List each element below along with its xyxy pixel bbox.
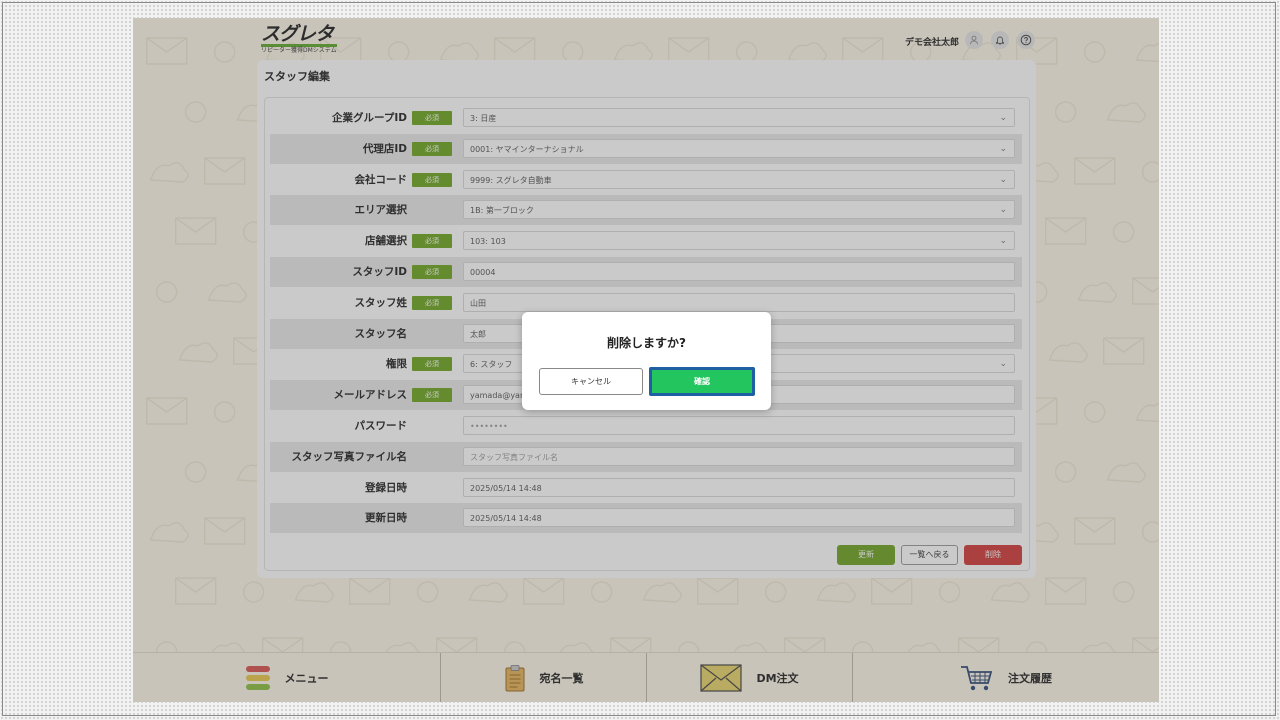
dialog-title: 削除しますか?: [607, 336, 686, 350]
confirm-button[interactable]: 確認: [649, 367, 755, 396]
cancel-button[interactable]: キャンセル: [539, 368, 643, 395]
delete-confirm-dialog: 削除しますか? キャンセル 確認: [522, 312, 771, 410]
